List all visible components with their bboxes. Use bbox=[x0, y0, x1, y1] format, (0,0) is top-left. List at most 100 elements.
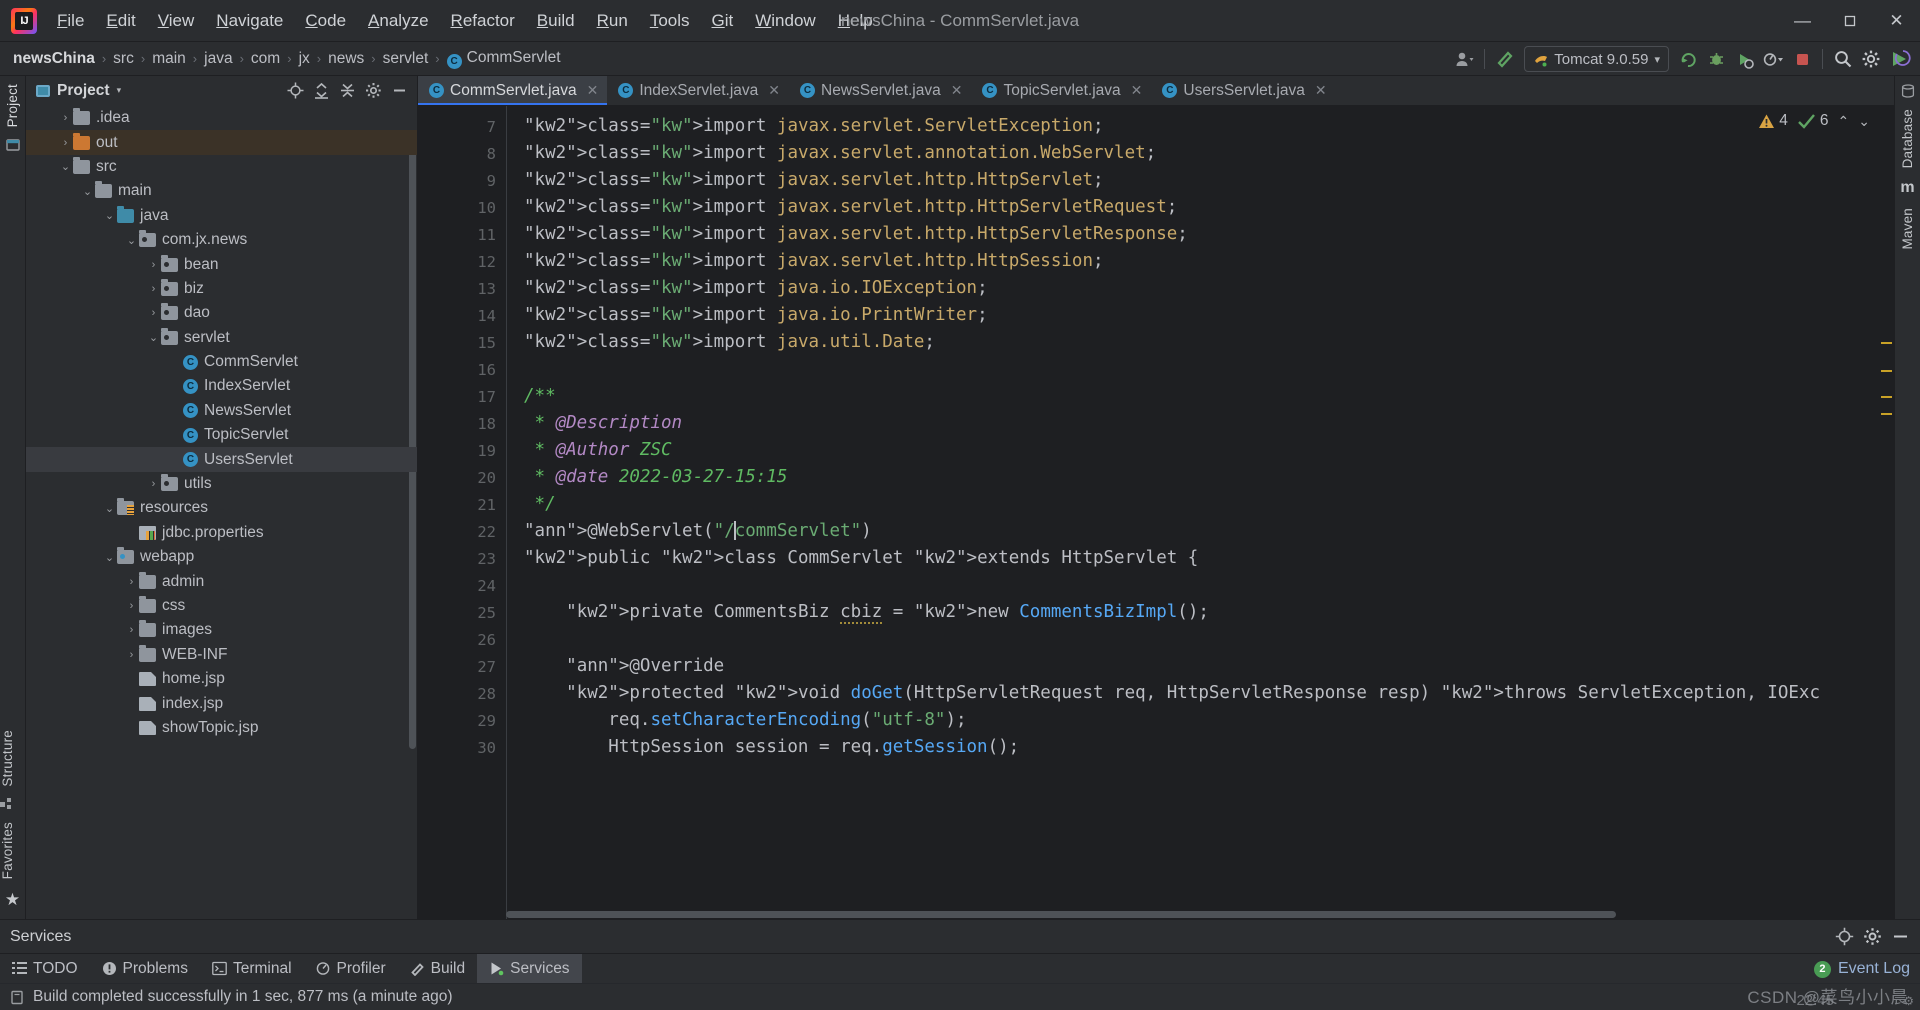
tree-node-utils[interactable]: › utils bbox=[26, 472, 417, 496]
gutter-line-26[interactable]: 26 bbox=[418, 626, 506, 653]
chevron-down-icon[interactable]: ⌄ bbox=[80, 185, 95, 198]
code-line-8[interactable]: "kw2">class="kw">import javax.servlet.an… bbox=[524, 140, 1878, 167]
inspection-widget[interactable]: 4 6 ⌃ ⌄ bbox=[1758, 112, 1870, 130]
code-line-21[interactable]: */ bbox=[524, 491, 1878, 518]
tool-window-terminal[interactable]: Terminal bbox=[200, 954, 304, 983]
breadcrumb-item-commservlet[interactable]: C CommServlet bbox=[443, 47, 565, 71]
gutter-line-9[interactable]: 9 bbox=[418, 167, 506, 194]
code-line-23[interactable]: "kw2">public "kw2">class CommServlet "kw… bbox=[524, 545, 1878, 572]
settings-gear-icon[interactable] bbox=[1860, 925, 1884, 949]
settings-gear-icon[interactable] bbox=[361, 79, 385, 103]
breadcrumb-item-com[interactable]: com bbox=[247, 48, 284, 70]
previous-problem-icon[interactable]: ⌃ bbox=[1838, 113, 1850, 130]
tree-node-web-inf[interactable]: › WEB-INF bbox=[26, 643, 417, 667]
menu-item-file[interactable]: File bbox=[46, 6, 95, 36]
gutter-line-14[interactable]: 14 bbox=[418, 302, 506, 329]
gutter-line-10[interactable]: 10 bbox=[418, 194, 506, 221]
code-line-25[interactable]: "kw2">private CommentsBiz cbiz = "kw2">n… bbox=[524, 599, 1878, 626]
tree-node--idea[interactable]: › .idea bbox=[26, 106, 417, 130]
code-line-17[interactable]: /** bbox=[524, 383, 1878, 410]
code-line-13[interactable]: "kw2">class="kw">import java.io.IOExcept… bbox=[524, 275, 1878, 302]
event-log-group[interactable]: 2 Event Log bbox=[1813, 954, 1910, 984]
chevron-right-icon[interactable]: › bbox=[58, 137, 73, 149]
gutter-line-25[interactable]: 25 bbox=[418, 599, 506, 626]
tree-node-admin[interactable]: › admin bbox=[26, 569, 417, 593]
code-line-24[interactable] bbox=[524, 572, 1878, 599]
editor-horizontal-scrollbar[interactable] bbox=[506, 911, 1876, 918]
gutter-line-28[interactable]: 28 bbox=[418, 680, 506, 707]
collapse-all-icon[interactable] bbox=[335, 79, 359, 103]
gutter-line-7[interactable]: 7 bbox=[418, 113, 506, 140]
tool-window-services[interactable]: Services bbox=[477, 954, 582, 983]
tree-node-newsservlet[interactable]: ›CNewsServlet bbox=[26, 399, 417, 423]
chevron-right-icon[interactable]: › bbox=[124, 600, 139, 612]
gutter-line-21[interactable]: 21 bbox=[418, 491, 506, 518]
gutter-line-24[interactable]: 24 bbox=[418, 572, 506, 599]
gutter-line-16[interactable]: 16 bbox=[418, 356, 506, 383]
menu-item-run[interactable]: Run bbox=[586, 6, 639, 36]
next-problem-icon[interactable]: ⌄ bbox=[1858, 113, 1870, 130]
menu-item-help[interactable]: Help bbox=[827, 6, 884, 36]
code-line-15[interactable]: "kw2">class="kw">import java.util.Date; bbox=[524, 329, 1878, 356]
menu-item-tools[interactable]: Tools bbox=[639, 6, 701, 36]
tree-node-css[interactable]: › css bbox=[26, 594, 417, 618]
error-stripe-markers[interactable] bbox=[1878, 106, 1894, 919]
menu-item-view[interactable]: View bbox=[147, 6, 206, 36]
gutter-line-8[interactable]: 8 bbox=[418, 140, 506, 167]
tree-node-dao[interactable]: › dao bbox=[26, 301, 417, 325]
stripe-marker[interactable] bbox=[1881, 370, 1892, 372]
breadcrumb-item-src[interactable]: src bbox=[109, 48, 138, 70]
menu-item-analyze[interactable]: Analyze bbox=[357, 6, 439, 36]
update-project-icon[interactable] bbox=[1675, 46, 1701, 72]
code-line-30[interactable]: HttpSession session = req.getSession(); bbox=[524, 734, 1878, 761]
project-tree[interactable]: › .idea › out ⌄ src ⌄ main ⌄ java ⌄ com.jx.news › bea… bbox=[26, 105, 417, 919]
run-with-coverage-icon[interactable] bbox=[1731, 46, 1757, 72]
menu-item-build[interactable]: Build bbox=[526, 6, 586, 36]
chevron-down-icon[interactable]: ▾ bbox=[117, 85, 122, 96]
tree-node-showtopic-jsp[interactable]: ›showTopic.jsp bbox=[26, 716, 417, 740]
stop-icon[interactable] bbox=[1789, 46, 1815, 72]
chevron-right-icon[interactable]: › bbox=[124, 576, 139, 588]
editor-tab-newsservlet-java[interactable]: C NewsServlet.java ✕ bbox=[789, 76, 972, 105]
database-rail-icon[interactable] bbox=[1901, 84, 1915, 98]
run-green-arrow-icon[interactable] bbox=[1886, 46, 1914, 72]
maven-icon[interactable]: m bbox=[1900, 179, 1914, 197]
code-line-20[interactable]: * @date 2022-03-27-15:15 bbox=[524, 464, 1878, 491]
editor-gutter[interactable]: 7 8 9 10 11 12 13 14 15 16 17 18 19 20 21 22 23 24 25 26 27 2… bbox=[418, 106, 506, 919]
tree-node-usersservlet[interactable]: ›CUsersServlet bbox=[26, 447, 417, 472]
tree-node-com-jx-news[interactable]: ⌄ com.jx.news bbox=[26, 228, 417, 252]
build-hammer-icon[interactable] bbox=[1492, 46, 1518, 72]
code-line-10[interactable]: "kw2">class="kw">import javax.servlet.ht… bbox=[524, 194, 1878, 221]
hide-panel-icon[interactable] bbox=[387, 79, 411, 103]
search-everywhere-icon[interactable] bbox=[1830, 46, 1856, 72]
gutter-line-17[interactable]: 17 bbox=[418, 383, 506, 410]
gutter-line-18[interactable]: 18 bbox=[418, 410, 506, 437]
hide-panel-icon[interactable] bbox=[1888, 925, 1912, 949]
code-line-11[interactable]: "kw2">class="kw">import javax.servlet.ht… bbox=[524, 221, 1878, 248]
code-line-14[interactable]: "kw2">class="kw">import java.io.PrintWri… bbox=[524, 302, 1878, 329]
close-icon[interactable]: ✕ bbox=[1131, 82, 1143, 99]
chevron-down-icon[interactable]: ⌄ bbox=[58, 160, 73, 173]
chevron-right-icon[interactable]: › bbox=[146, 307, 161, 319]
locate-icon[interactable] bbox=[1832, 925, 1856, 949]
source-code[interactable]: "kw2">class="kw">import javax.servlet.Se… bbox=[506, 106, 1878, 761]
code-line-12[interactable]: "kw2">class="kw">import javax.servlet.ht… bbox=[524, 248, 1878, 275]
tool-window-todo[interactable]: TODO bbox=[0, 954, 90, 983]
settings-gear-icon[interactable] bbox=[1858, 46, 1884, 72]
editor-tab-topicservlet-java[interactable]: C TopicServlet.java ✕ bbox=[971, 76, 1152, 105]
code-line-27[interactable]: "ann">@Override bbox=[524, 653, 1878, 680]
tree-node-biz[interactable]: › biz bbox=[26, 277, 417, 301]
tree-node-commservlet[interactable]: ›CCommServlet bbox=[26, 350, 417, 374]
gutter-line-15[interactable]: 15 bbox=[418, 329, 506, 356]
rail-item-structure[interactable]: Structure bbox=[0, 722, 15, 795]
profiler-icon[interactable] bbox=[1759, 46, 1787, 72]
tool-window-problems[interactable]: Problems bbox=[90, 954, 200, 983]
gutter-line-12[interactable]: 12 bbox=[418, 248, 506, 275]
run-configuration-selector[interactable]: Tomcat 9.0.59 ▾ bbox=[1524, 46, 1669, 72]
chevron-right-icon[interactable]: › bbox=[146, 259, 161, 271]
code-line-22[interactable]: "ann">@WebServlet("/commServlet") bbox=[524, 518, 1878, 545]
gutter-line-27[interactable]: 27 bbox=[418, 653, 506, 680]
chevron-right-icon[interactable]: › bbox=[58, 112, 73, 124]
code-line-26[interactable] bbox=[524, 626, 1878, 653]
breadcrumb-item-news[interactable]: news bbox=[324, 48, 368, 70]
